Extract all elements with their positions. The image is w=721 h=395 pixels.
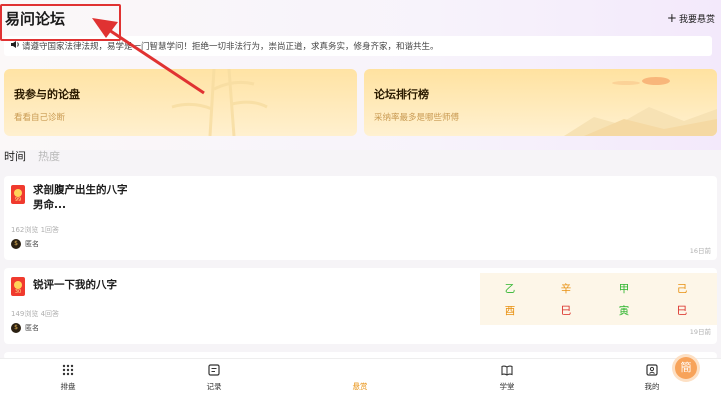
nav-item-school[interactable]: 学堂	[477, 363, 537, 392]
bottom-navigation: 排盘 记录 簡 悬赏 学堂 我的	[0, 357, 721, 395]
bazi-stem: 乙	[504, 283, 516, 295]
post-author: $ 匿名	[11, 239, 39, 249]
nav-label: 我的	[644, 382, 660, 391]
record-icon	[184, 363, 244, 377]
bazi-branch: 巳	[560, 305, 572, 317]
card-title: 论坛排行榜	[374, 88, 429, 101]
author-name: 匿名	[25, 324, 39, 332]
card-subtitle: 采纳率最多是哪些师傅	[374, 113, 460, 123]
post-item[interactable]: 30 锐评一下我的八字 149浏览 4回答 $ 匿名 乙 辛 甲 己 酉 巳 寅…	[4, 268, 717, 344]
bazi-stem: 辛	[560, 283, 572, 295]
tab-popularity[interactable]: 热度	[38, 148, 60, 164]
post-author: $ 匿名	[11, 323, 39, 333]
profile-icon	[622, 363, 682, 377]
red-packet-icon: 30	[11, 277, 25, 296]
coin-icon	[14, 281, 22, 289]
author-name: 匿名	[25, 240, 39, 248]
forum-leaderboard-card[interactable]: 论坛排行榜 采纳率最多是哪些师傅	[364, 69, 717, 136]
bazi-stem: 甲	[618, 283, 630, 295]
post-title-line: 求剖腹产出生的八字	[33, 184, 128, 196]
avatar: $	[11, 323, 21, 333]
post-stats: 149浏览 4回答	[11, 310, 60, 318]
nav-item-chart[interactable]: 排盘	[38, 363, 98, 392]
bazi-chart: 乙 辛 甲 己 酉 巳 寅 巳	[480, 273, 717, 325]
nav-label: 排盘	[60, 382, 76, 391]
nav-item-records[interactable]: 记录	[184, 363, 244, 392]
post-reward-label: 我要悬赏	[678, 15, 715, 25]
sort-tabs: 时间 热度	[4, 148, 72, 164]
landscape-decoration	[564, 77, 717, 136]
bazi-branch: 寅	[618, 305, 630, 317]
nav-label: 学堂	[499, 382, 515, 391]
grid-icon	[38, 363, 98, 377]
tab-time[interactable]: 时间	[4, 148, 26, 164]
nav-item-rewards[interactable]: 簡 悬赏	[330, 357, 697, 392]
reward-amount: 30	[14, 289, 22, 295]
post-title-line: 男命...	[33, 199, 66, 211]
post-title: 锐评一下我的八字	[33, 279, 117, 291]
coin-icon	[14, 189, 22, 197]
red-packet-icon: 99	[11, 185, 25, 204]
post-title: 求剖腹产出生的八字 男命...	[33, 183, 128, 213]
bazi-stem: 己	[676, 283, 688, 295]
post-time: 16日前	[689, 247, 711, 255]
bazi-branch: 巳	[676, 305, 688, 317]
bazi-branch: 酉	[504, 305, 516, 317]
nav-label: 记录	[206, 382, 222, 391]
reward-amount: 99	[14, 197, 22, 203]
post-time: 19日前	[689, 328, 711, 336]
avatar: $	[11, 239, 21, 249]
plus-icon: +	[666, 11, 677, 25]
post-reward-button[interactable]: + 我要悬赏	[667, 12, 715, 25]
nav-label: 悬赏	[352, 382, 368, 391]
book-icon	[477, 363, 537, 377]
rewards-icon: 簡	[330, 357, 697, 379]
post-stats: 162浏览 1回答	[11, 226, 60, 234]
post-item[interactable]: 99 求剖腹产出生的八字 男命... 162浏览 1回答 $ 匿名 16日前	[4, 176, 717, 260]
annotation-arrow-icon	[92, 18, 205, 95]
card-subtitle: 看看自己诊断	[14, 113, 66, 123]
nav-item-mine[interactable]: 我的	[622, 363, 682, 392]
